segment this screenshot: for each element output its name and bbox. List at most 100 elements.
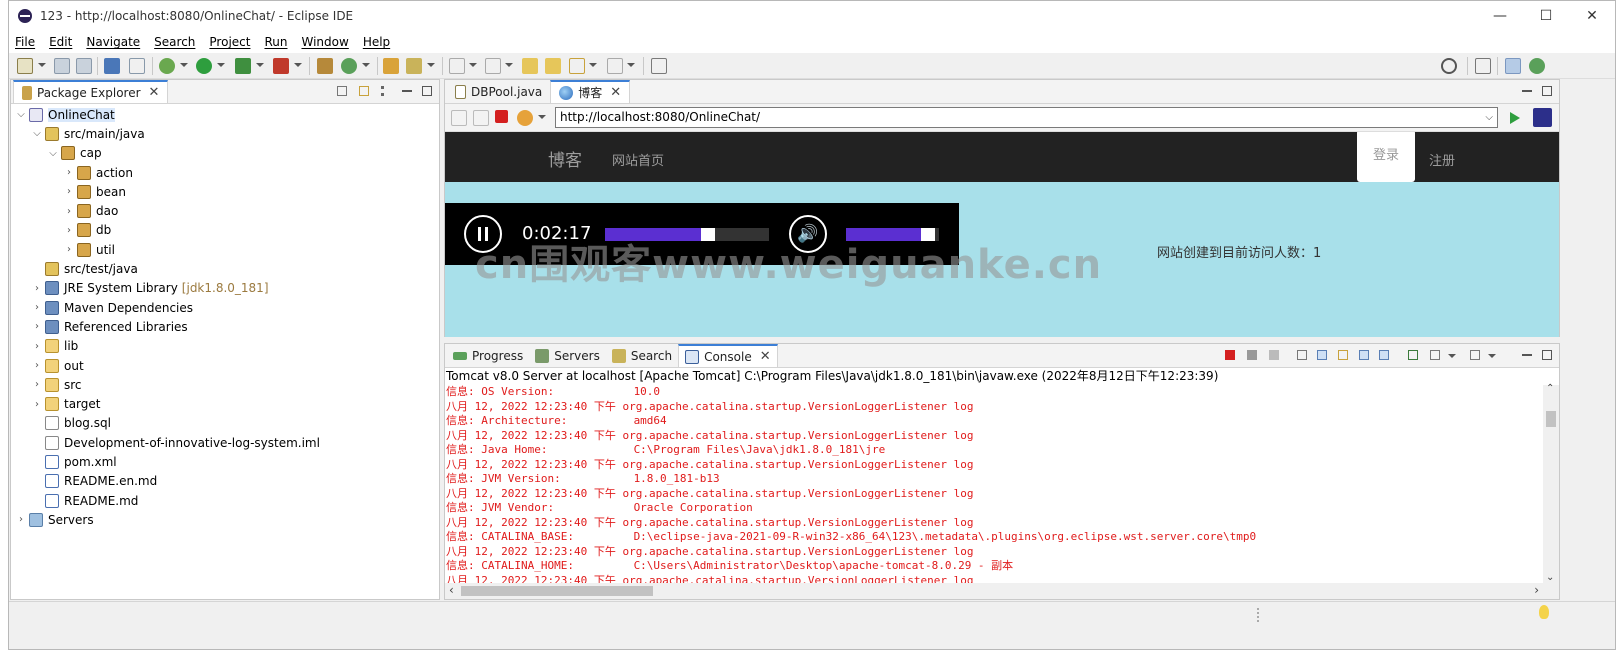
browser-back-icon[interactable] (451, 110, 467, 126)
console-vertical-scrollbar[interactable]: ⌃ ⌄ (1543, 383, 1559, 583)
menu-help[interactable]: Help (363, 35, 390, 49)
new-icon[interactable] (17, 58, 33, 74)
run-icon[interactable] (196, 58, 212, 74)
tree-twisty-icon[interactable]: › (31, 379, 43, 390)
collapse-all-icon[interactable] (337, 86, 347, 96)
next-annotation-icon[interactable] (449, 58, 465, 74)
terminal-icon[interactable] (104, 58, 120, 74)
debug-perspective-icon[interactable] (1529, 58, 1545, 74)
java-ee-perspective-icon[interactable] (1505, 58, 1521, 74)
tree-item[interactable]: › lib (11, 337, 439, 356)
tree-twisty-icon[interactable]: › (15, 514, 27, 525)
menu-window[interactable]: Window (301, 35, 348, 49)
lightbulb-icon[interactable] (1539, 605, 1549, 619)
previous-annotation-dropdown-icon[interactable] (505, 63, 513, 67)
close-button[interactable]: ✕ (1569, 1, 1615, 31)
tree-item[interactable]: › Servers (11, 510, 439, 529)
go-icon[interactable] (1510, 112, 1520, 124)
coverage-icon[interactable] (235, 58, 251, 74)
tree-item[interactable]: src/test/java (11, 259, 439, 278)
scroll-right-icon[interactable]: › (1534, 583, 1539, 597)
tree-item[interactable]: › out (11, 356, 439, 375)
display-console-icon[interactable] (1430, 350, 1440, 360)
tab-servers[interactable]: Servers (529, 344, 606, 367)
tree-twisty-icon[interactable]: › (31, 302, 43, 313)
tree-item[interactable]: › db (11, 221, 439, 240)
remove-launch-icon[interactable] (1247, 350, 1257, 360)
save-icon[interactable] (54, 58, 70, 74)
tree-twisty-icon[interactable]: ⌵ (47, 148, 59, 159)
show-on-stdout-icon[interactable] (1359, 350, 1369, 360)
remove-all-launches-icon[interactable] (1269, 350, 1279, 360)
tree-item[interactable]: pom.xml (11, 452, 439, 471)
minimize-view-icon[interactable] (402, 90, 412, 92)
tree-item[interactable]: › JRE System Library [jdk1.8.0_181] (11, 279, 439, 298)
view-menu-icon[interactable] (381, 86, 384, 96)
link-with-editor-icon[interactable] (359, 86, 369, 96)
nav-home-link[interactable]: 网站首页 (612, 150, 664, 169)
login-link[interactable]: 登录 (1357, 132, 1415, 182)
previous-annotation-icon[interactable] (485, 58, 501, 74)
new-java-project-icon[interactable] (317, 58, 333, 74)
tree-item[interactable]: › util (11, 240, 439, 259)
tree-item[interactable]: › bean (11, 182, 439, 201)
tree-twisty-icon[interactable]: › (63, 167, 75, 178)
display-console-dropdown-icon[interactable] (1448, 354, 1456, 358)
console-horizontal-scrollbar[interactable]: ‹ › (445, 583, 1559, 599)
minimize-button[interactable]: — (1477, 1, 1523, 31)
scroll-left-icon[interactable]: ‹ (449, 583, 454, 597)
tab-search[interactable]: Search (606, 344, 678, 367)
scroll-up-icon[interactable]: ⌃ (1546, 383, 1554, 394)
clear-console-icon[interactable] (1297, 350, 1307, 360)
debug-icon[interactable] (159, 58, 175, 74)
tree-item[interactable]: › src (11, 375, 439, 394)
open-console-dropdown-icon[interactable] (1488, 354, 1496, 358)
url-input[interactable]: http://localhost:8080/OnlineChat/ ⌵ (555, 107, 1498, 128)
menu-search[interactable]: Search (154, 35, 195, 49)
tree-twisty-icon[interactable]: ⌵ (31, 128, 43, 139)
terminate-icon[interactable] (1225, 350, 1235, 360)
save-all-icon[interactable] (76, 58, 92, 74)
tree-item[interactable]: ⌵ src/main/java (11, 124, 439, 143)
vertical-scroll-thumb[interactable] (1546, 411, 1556, 427)
pin-console-icon[interactable] (1408, 350, 1418, 360)
word-wrap-icon[interactable] (1338, 350, 1348, 360)
scroll-lock-icon[interactable] (1317, 350, 1327, 360)
pin-editor-icon[interactable] (651, 58, 667, 74)
menu-file[interactable]: File (15, 35, 35, 49)
show-on-stderr-icon[interactable] (1379, 350, 1389, 360)
tab-package-explorer[interactable]: Package Explorer ✕ (13, 80, 169, 103)
search-dropdown-icon[interactable] (427, 63, 435, 67)
tree-item[interactable]: › Referenced Libraries (11, 317, 439, 336)
forward-dropdown-icon[interactable] (627, 63, 635, 67)
tree-twisty-icon[interactable]: › (31, 283, 43, 294)
tree-twisty-icon[interactable]: › (63, 225, 75, 236)
maximize-view-icon[interactable] (422, 86, 432, 96)
external-tools-icon[interactable] (273, 58, 289, 74)
open-type-icon[interactable] (383, 58, 399, 74)
tab-dbpool-java[interactable]: DBPool.java (447, 80, 550, 103)
maximize-console-icon[interactable] (1542, 350, 1552, 360)
maximize-editor-icon[interactable] (1542, 86, 1552, 96)
tree-item[interactable]: blog.sql (11, 414, 439, 433)
tree-item[interactable]: ⌵ cap (11, 144, 439, 163)
tree-item[interactable]: › dao (11, 201, 439, 220)
back-dropdown-icon[interactable] (589, 63, 597, 67)
external-tools-dropdown-icon[interactable] (294, 63, 302, 67)
tree-twisty-icon[interactable]: › (31, 341, 43, 352)
menu-edit[interactable]: Edit (49, 35, 72, 49)
forward-icon[interactable] (607, 58, 623, 74)
tree-twisty-icon[interactable]: ⌵ (15, 109, 27, 120)
url-history-chevron-icon[interactable]: ⌵ (1485, 108, 1493, 127)
register-link[interactable]: 注册 (1429, 150, 1455, 169)
browser-stop-icon[interactable] (495, 110, 508, 123)
maximize-button[interactable]: ☐ (1523, 1, 1569, 31)
back-icon[interactable] (569, 58, 585, 74)
tab-progress[interactable]: Progress (447, 344, 529, 367)
menu-run[interactable]: Run (264, 35, 287, 49)
close-icon[interactable]: ✕ (760, 349, 771, 364)
coverage-dropdown-icon[interactable] (256, 63, 264, 67)
debug-dropdown-icon[interactable] (180, 63, 188, 67)
forward-edit-icon[interactable] (545, 58, 561, 74)
tree-item[interactable]: ⌵ OnlineChat (11, 105, 439, 124)
